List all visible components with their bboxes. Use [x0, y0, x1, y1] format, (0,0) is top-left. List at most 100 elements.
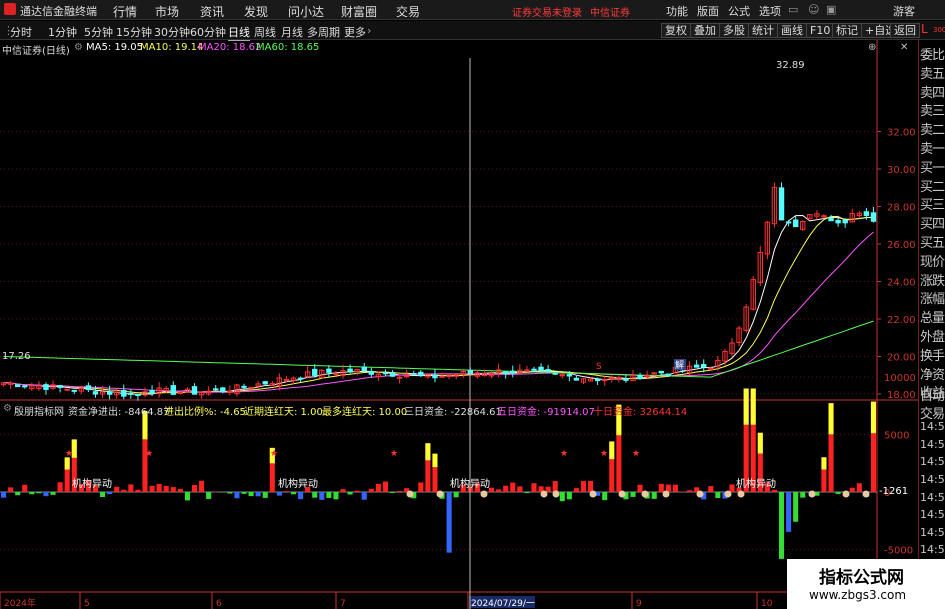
period-1min[interactable]: 1分钟: [48, 24, 77, 40]
period-30min[interactable]: 30分钟: [154, 24, 190, 40]
indicator-gear-icon[interactable]: ⚙: [3, 403, 12, 414]
menu-faxian[interactable]: 发现: [244, 3, 268, 20]
quote-item[interactable]: 涨幅: [920, 288, 945, 307]
quote-item[interactable]: 外盘: [920, 326, 945, 345]
period-5min[interactable]: 5分钟: [84, 24, 113, 40]
price-tick-label: 28.00: [887, 203, 916, 214]
quote-item[interactable]: 净资: [920, 364, 945, 383]
quote-item[interactable]: 涨跌: [920, 270, 945, 289]
quote-item[interactable]: 委比: [920, 44, 945, 63]
indicator-side-item[interactable]: 14:56: [920, 526, 945, 539]
ma5-line: [3, 214, 874, 395]
quote-item[interactable]: 买三: [920, 194, 945, 213]
settings-gear-icon[interactable]: ⚙: [74, 42, 83, 53]
period-fenshi[interactable]: 分时: [10, 24, 32, 40]
stock-name[interactable]: 中信证券(日线): [2, 42, 70, 57]
btn-huaxian[interactable]: 画线: [777, 23, 807, 38]
date-label: 9: [636, 599, 642, 609]
menu-hangqing[interactable]: 行情: [113, 3, 137, 20]
menu-caifuquan[interactable]: 财富圈: [341, 3, 377, 20]
indicator-side-item[interactable]: 自动: [920, 385, 945, 404]
quote-item[interactable]: 卖二: [920, 119, 945, 138]
menu-shichang[interactable]: 市场: [155, 3, 179, 20]
period-60min[interactable]: 60分钟: [190, 24, 226, 40]
btn-diejia[interactable]: 叠加: [690, 23, 720, 38]
close-panel-icon[interactable]: ✕: [900, 42, 908, 53]
indicator-side-item[interactable]: 14:56: [920, 491, 945, 504]
btn-fanhui[interactable]: 返回: [890, 23, 920, 38]
indicator-side-item[interactable]: 交易: [920, 403, 945, 422]
side-top-label: L: [921, 22, 928, 36]
candle-body: [693, 364, 700, 368]
menu-jiaoyi[interactable]: 交易: [396, 3, 420, 20]
quote-item[interactable]: 买四: [920, 213, 945, 232]
btn-biaoji[interactable]: 标记: [832, 23, 862, 38]
ma20-line: [3, 231, 874, 393]
indicator-bar: [312, 492, 318, 498]
menu-wenxiaoda[interactable]: 问小达: [288, 3, 324, 20]
period-multi[interactable]: 多周期: [307, 24, 340, 40]
period-15min[interactable]: 15分钟: [116, 24, 152, 40]
candle-body: [149, 389, 155, 394]
quote-item[interactable]: 买一: [920, 157, 945, 176]
more-chevron-icon[interactable]: ›: [367, 24, 371, 37]
quote-item[interactable]: 卖四: [920, 82, 945, 101]
candle-body: [57, 385, 63, 388]
quote-item[interactable]: 总量: [920, 307, 945, 326]
btn-f10[interactable]: F10: [806, 23, 835, 38]
quote-item[interactable]: 买五: [920, 232, 945, 251]
period-daily[interactable]: 日线: [228, 24, 250, 41]
period-monthly[interactable]: 月线: [281, 24, 303, 40]
indicator-side-item[interactable]: 14:56: [920, 473, 945, 486]
quote-item[interactable]: 卖一: [920, 138, 945, 157]
candle-body: [835, 219, 841, 224]
quote-item[interactable]: 买二: [920, 176, 945, 195]
indicator-bar: [234, 492, 240, 499]
quote-item[interactable]: 卖三: [920, 100, 945, 119]
broker-name[interactable]: 中信证券: [590, 4, 630, 19]
candle-body: [361, 366, 367, 372]
period-weekly[interactable]: 周线: [254, 24, 276, 40]
ind-ratio: 进出比例%: -4.65: [164, 407, 246, 418]
period-toolbar: ⋮ 分时 1分钟 5分钟 15分钟 30分钟 60分钟 日线 周线 月线 多周期…: [0, 21, 945, 41]
indicator-bar: [786, 492, 792, 532]
indicator-bar: [8, 487, 14, 492]
indicator-side-item[interactable]: 14:56: [920, 455, 945, 468]
app-title: 通达信金融终端: [20, 5, 97, 18]
menu-banmian[interactable]: 版面: [697, 3, 719, 19]
trade-status[interactable]: 证券交易未登录: [512, 4, 582, 19]
user-icon[interactable]: ☺: [808, 3, 819, 16]
btn-fuquan[interactable]: 复权: [661, 23, 691, 38]
quote-item[interactable]: 现价: [920, 251, 945, 270]
menu-gongneng[interactable]: 功能: [666, 3, 688, 19]
quote-item[interactable]: 卖五: [920, 63, 945, 82]
kline-chart[interactable]: 32.00 30.00 28.00 26.00 24.00 22.00 20.00 18.00…: [0, 40, 918, 609]
candle-body: [665, 373, 672, 376]
indicator-side-item[interactable]: 14:56: [920, 543, 945, 556]
minimize-icon[interactable]: ▭: [788, 3, 798, 16]
indicator-side-item[interactable]: 14:56: [920, 420, 945, 433]
btn-duogu[interactable]: 多股: [719, 23, 749, 38]
indicator-name[interactable]: 殷朋指标网: [14, 403, 64, 418]
menu-xuanxiang[interactable]: 选项: [759, 3, 781, 19]
indicator-bar: [849, 487, 855, 492]
candle-body: [106, 391, 113, 395]
date-label: 2024/07/29/一: [471, 599, 535, 609]
indicator-bar: [793, 492, 799, 522]
bell-marker-icon: [724, 490, 732, 498]
btn-tongji[interactable]: 统计: [748, 23, 778, 38]
site-watermark: 指标公式网 www.zbgs3.com: [787, 559, 945, 609]
indicator-bar: [354, 490, 360, 492]
indicator-side-item[interactable]: 14:56: [920, 438, 945, 451]
quote-item[interactable]: 换手: [920, 345, 945, 364]
layout-icon[interactable]: ▣: [826, 3, 836, 16]
ind-tick-label: -5000: [884, 546, 913, 557]
menu-zixun[interactable]: 资讯: [200, 3, 224, 20]
period-more[interactable]: 更多: [344, 24, 366, 40]
indicator-side-item[interactable]: 14:56: [920, 508, 945, 521]
indicator-bar: [573, 488, 579, 492]
menu-youke[interactable]: 游客: [893, 3, 915, 19]
menu-gongshi[interactable]: 公式: [728, 3, 750, 19]
bell-marker-icon: [737, 490, 745, 498]
expand-icon[interactable]: ⊕: [868, 42, 876, 53]
